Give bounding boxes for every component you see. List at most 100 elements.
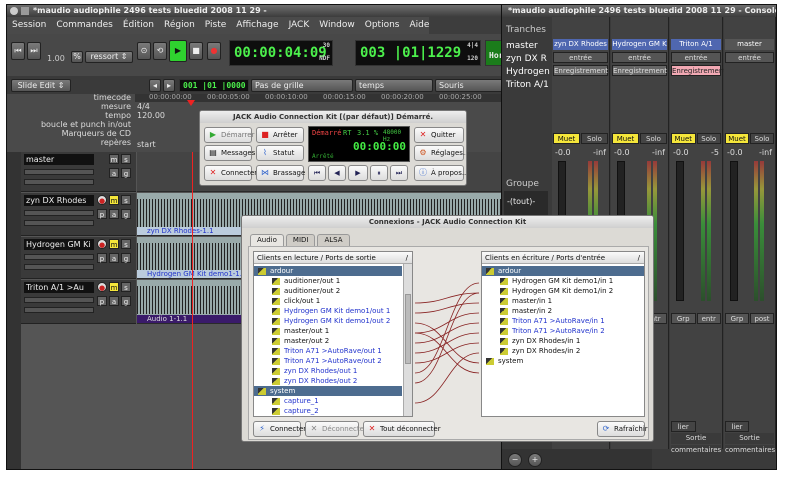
ressort-dropdown[interactable]: ressort ⇕: [85, 51, 133, 63]
mute-button[interactable]: Muet: [612, 133, 639, 144]
port-item[interactable]: zyn DX Rhodes/in 2: [482, 346, 644, 356]
gain-slider[interactable]: [24, 254, 94, 260]
track-header[interactable]: Triton A/1 >Au ● m s p a g: [21, 280, 136, 324]
track-btn-m[interactable]: m: [109, 195, 119, 205]
gain-slider[interactable]: [24, 169, 94, 175]
go-end-button[interactable]: ⏭: [27, 42, 41, 60]
track-header[interactable]: Hydrogen GM Ki ● m s p a g: [21, 237, 136, 279]
grid-dropdown[interactable]: Pas de grille: [251, 79, 353, 92]
secondary-clock[interactable]: 003 |01|1229 4|4 120: [355, 40, 481, 66]
stop-button[interactable]: ■: [189, 42, 203, 60]
tab-midi[interactable]: MIDI: [285, 234, 316, 246]
play-button[interactable]: ▶: [169, 40, 187, 62]
rec-enable-button[interactable]: Enregistrement: [612, 65, 667, 76]
track-btn-g[interactable]: g: [121, 296, 131, 306]
snap-dropdown[interactable]: temps: [355, 79, 433, 92]
group-button[interactable]: Grp: [671, 313, 696, 324]
deconnecter-button[interactable]: ✕ Déconnecter: [305, 421, 367, 437]
track-btn-s[interactable]: s: [121, 154, 131, 164]
track-btn-m[interactable]: m: [109, 154, 119, 164]
rewind-button[interactable]: ⏮: [308, 165, 326, 181]
jack-play-button[interactable]: ▶: [348, 165, 368, 181]
qjackctl-titlebar[interactable]: JACK Audio Connection Kit [(par défaut)]…: [200, 111, 466, 123]
track-btn-p[interactable]: p: [97, 296, 107, 306]
track-btn-a[interactable]: a: [109, 296, 119, 306]
statut-button[interactable]: ⌇ Statut: [256, 145, 304, 161]
pause-button[interactable]: ⏸: [370, 165, 388, 181]
messages-button[interactable]: ▤ Messages: [204, 145, 255, 161]
mute-button[interactable]: Muet: [553, 133, 580, 144]
quitter-button[interactable]: ✕ Quitter: [414, 127, 464, 143]
mute-button[interactable]: Muet: [671, 133, 696, 144]
port-item[interactable]: auditioner/out 1: [254, 276, 402, 286]
track-record-button[interactable]: ●: [97, 282, 107, 292]
rafraichir-button[interactable]: ⟳ Rafraîchir: [597, 421, 648, 437]
strip-name-button[interactable]: Triton A/1: [671, 39, 721, 50]
track-header[interactable]: zyn DX Rhodes ● m s p a g: [21, 193, 136, 236]
strip-name-button[interactable]: zyn DX Rhodes: [553, 39, 608, 50]
track-btn-s[interactable]: s: [121, 195, 131, 205]
backward-button[interactable]: ◀: [328, 165, 346, 181]
port-item[interactable]: master/out 1: [254, 326, 402, 336]
port-item[interactable]: Hydrogen GM Kit demo1/out 2: [254, 316, 402, 326]
brassage-button[interactable]: ⋈ Brassage: [256, 165, 305, 181]
remove-group-button[interactable]: −: [508, 453, 522, 467]
strip-name-button[interactable]: master: [725, 39, 774, 50]
sortie-button[interactable]: Sortie: [725, 433, 774, 444]
pan-slider[interactable]: [24, 264, 94, 270]
track-btn-a[interactable]: a: [109, 253, 119, 263]
track-record-button[interactable]: ●: [97, 195, 107, 205]
menu-3[interactable]: Région: [164, 17, 195, 34]
track-btn-s[interactable]: s: [121, 239, 131, 249]
punch-button[interactable]: ⊙: [137, 42, 151, 60]
meter-point-button[interactable]: post: [750, 313, 774, 324]
editor-titlebar[interactable]: *maudio audiophile 2496 tests bluedid 20…: [7, 5, 520, 17]
lier-button[interactable]: lier: [725, 421, 749, 432]
track-btn-s[interactable]: s: [121, 282, 131, 292]
lier-button[interactable]: lier: [671, 421, 696, 432]
client-item[interactable]: ardour: [482, 266, 644, 276]
add-group-button[interactable]: +: [528, 453, 542, 467]
track-btn-g[interactable]: g: [121, 209, 131, 219]
port-item[interactable]: zyn DX Rhodes/out 2: [254, 376, 402, 386]
gain-fader[interactable]: [676, 161, 684, 301]
track-record-button[interactable]: ●: [97, 239, 107, 249]
menu-4[interactable]: Piste: [205, 17, 227, 34]
connecter-button[interactable]: ✕ Connecter: [204, 165, 257, 181]
tranche-item[interactable]: master: [506, 41, 538, 51]
rec-enable-button[interactable]: Enregistrement: [671, 65, 726, 76]
gain-display[interactable]: -0.0: [614, 148, 630, 157]
menu-6[interactable]: JACK: [289, 17, 310, 34]
track-btn-g[interactable]: g: [121, 168, 131, 178]
pan-slider[interactable]: [24, 179, 94, 185]
tab-alsa[interactable]: ALSA: [317, 234, 350, 246]
track-name[interactable]: Hydrogen GM Ki: [24, 239, 94, 250]
input-button[interactable]: entrée: [671, 52, 721, 63]
track-btn-p[interactable]: p: [97, 253, 107, 263]
conn-connecter-button[interactable]: ⚡ Connecter: [253, 421, 306, 437]
menu-5[interactable]: Affichage: [236, 17, 278, 34]
port-item[interactable]: auditioner/out 2: [254, 286, 402, 296]
gain-slider[interactable]: [24, 210, 94, 216]
gain-display[interactable]: -0.0: [673, 148, 689, 157]
solo-button[interactable]: Solo: [640, 133, 667, 144]
port-item[interactable]: capture_2: [254, 406, 402, 416]
solo-button[interactable]: Solo: [581, 133, 608, 144]
loop-button[interactable]: ⟲: [153, 42, 167, 60]
demarrer-button[interactable]: ▶ Démarrer: [204, 127, 254, 143]
track-btn-g[interactable]: g: [121, 253, 131, 263]
menu-1[interactable]: Commandes: [56, 17, 112, 34]
client-item[interactable]: system: [482, 356, 644, 366]
tranche-item[interactable]: Triton A/1: [506, 80, 549, 90]
input-button[interactable]: entrée: [612, 52, 667, 63]
nudge-back-button[interactable]: ◂: [149, 79, 161, 92]
port-item[interactable]: zyn DX Rhodes/in 1: [482, 336, 644, 346]
pan-slider[interactable]: [24, 220, 94, 226]
port-item[interactable]: Triton A71 >AutoRave/in 2: [482, 326, 644, 336]
port-item[interactable]: master/in 1: [482, 296, 644, 306]
percent-button[interactable]: %: [71, 51, 83, 63]
connections-titlebar[interactable]: Connexions - JACK Audio Connection Kit: [242, 216, 653, 228]
window-menu-icon[interactable]: [10, 7, 18, 15]
group-button[interactable]: Grp: [725, 313, 749, 324]
menu-9[interactable]: Aide: [409, 17, 429, 34]
